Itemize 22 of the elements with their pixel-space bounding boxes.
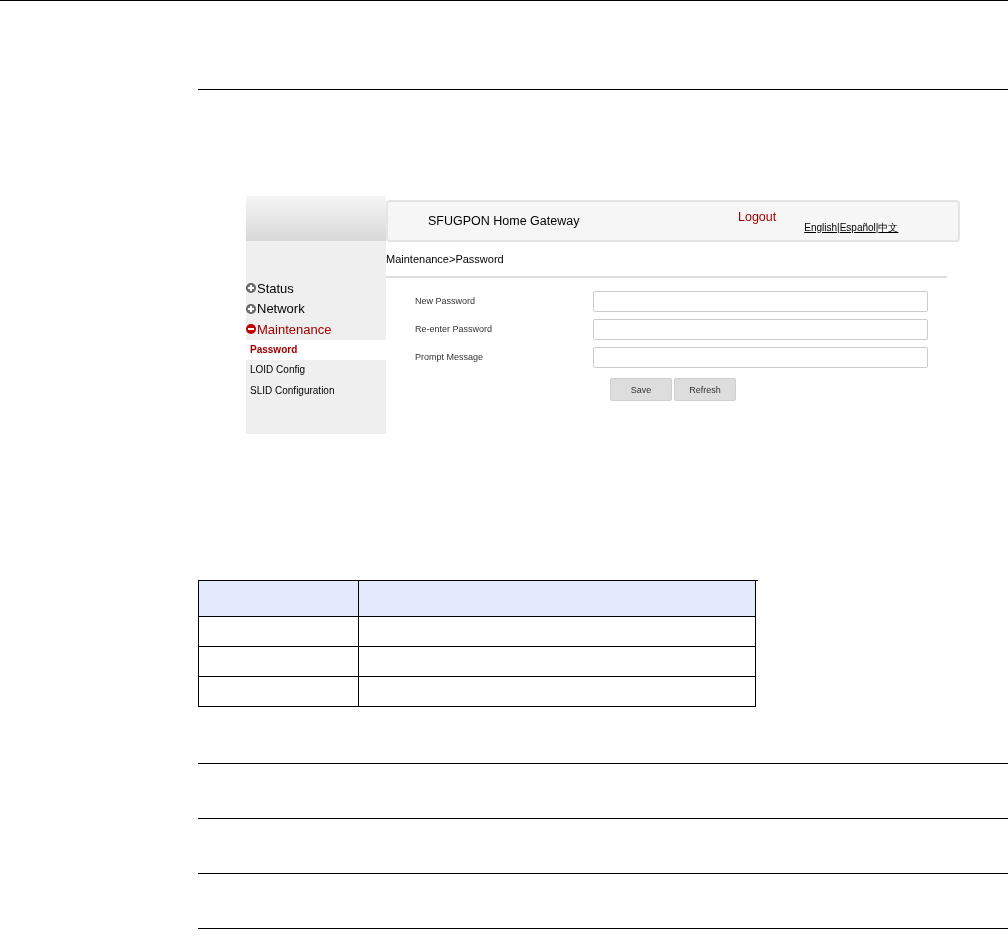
form-button[interactable]: Save (610, 378, 672, 401)
input-field[interactable] (593, 346, 928, 368)
logout-link[interactable]: Logout (738, 210, 777, 224)
input-field[interactable] (593, 290, 928, 312)
menu-item[interactable]: Status (257, 280, 294, 296)
submenu-item[interactable]: Password (246, 339, 386, 360)
separator: | (875, 222, 879, 233)
language-link[interactable]: English (804, 222, 838, 233)
breadcrumb: Maintenance>Password (386, 253, 505, 267)
app-title: SFUGPON Home Gateway (428, 214, 581, 228)
submenu-item[interactable]: SLID Configuration (246, 380, 386, 401)
field-label: Re-enter Password (414, 324, 494, 334)
submenu-item[interactable]: LOID Config (246, 360, 386, 381)
input-field[interactable] (593, 318, 928, 340)
field-label: New Password (414, 296, 477, 306)
form-button[interactable]: Refresh (674, 378, 736, 401)
field-label: Prompt Message (414, 352, 485, 362)
menu-item[interactable]: Network (257, 301, 305, 317)
language-link[interactable]: 中文 (878, 222, 899, 233)
menu-item[interactable]: Maintenance (257, 321, 332, 337)
language-link[interactable]: Español (839, 222, 876, 233)
separator: | (837, 222, 840, 233)
